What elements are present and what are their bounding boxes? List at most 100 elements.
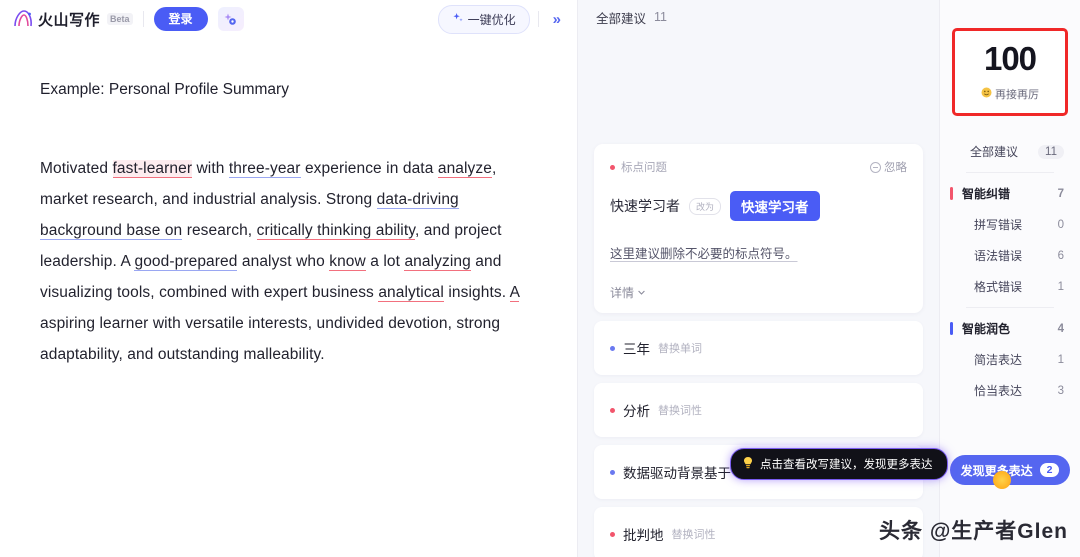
original-text: 快速学习者 <box>610 198 680 214</box>
nav-item-sub[interactable]: 恰当表达 3 <box>940 375 1080 406</box>
document-text: experience in data <box>300 160 438 178</box>
ignore-button[interactable]: 忽略 <box>870 159 907 175</box>
sparkle-icon <box>452 12 464 27</box>
sparkle-ai-icon[interactable] <box>217 7 244 31</box>
nav-item-all[interactable]: 全部建议 11 <box>940 136 1080 167</box>
nav-item-group[interactable]: 智能纠错 7 <box>940 178 1080 209</box>
severity-dot-icon <box>610 164 615 170</box>
score-value: 100 <box>977 40 1043 78</box>
nav-separator <box>966 307 1054 308</box>
detail-label: 详情 <box>610 286 635 300</box>
severity-dot-icon <box>610 469 615 475</box>
suggestion-item[interactable]: 批判地 替换词性 <box>594 507 923 557</box>
login-button[interactable]: 登录 <box>153 6 208 32</box>
document-text: Motivated <box>40 160 113 178</box>
nav-item-count: 3 <box>1057 384 1064 397</box>
toolbar-divider-2 <box>537 11 539 27</box>
top-toolbar: 火山写作 Beta 登录 一键优化 » <box>0 0 577 38</box>
category-nav-list: 全部建议 11 智能纠错 7 拼写错误 0 语法错误 6 格式错误 1 智能润色 4 简洁表达 1 恰当表达… <box>940 136 1080 406</box>
nav-item-count: 1 <box>1057 280 1064 293</box>
nav-item-label: 格式错误 <box>974 280 1023 294</box>
change-to-pill: 改为 <box>689 197 722 215</box>
suggestion-item-word: 分析 <box>623 404 650 419</box>
suggestion-item[interactable]: 分析 替换词性 <box>594 383 923 437</box>
suggestion-item-action: 替换单词 <box>658 343 702 355</box>
score-number-text: 100 <box>983 40 1037 77</box>
nav-separator <box>966 172 1054 173</box>
suggestion-item-word: 数据驱动背景基于 <box>623 466 731 481</box>
document-marked-text[interactable]: analytical <box>378 284 444 303</box>
editor-column: 火山写作 Beta 登录 一键优化 » Example: Personal Pr… <box>0 0 578 557</box>
smile-emoji-icon <box>981 87 992 101</box>
minus-circle-icon <box>870 161 881 173</box>
suggestion-item[interactable]: 三年 替换单词 <box>594 321 923 375</box>
detail-toggle[interactable]: 详情 <box>610 284 907 301</box>
suggestions-header-label: 全部建议 <box>596 11 647 26</box>
nav-item-label: 恰当表达 <box>974 384 1023 398</box>
toolbar-right-group: 一键优化 » <box>437 4 567 34</box>
suggestion-description: 这里建议删除不必要的标点符号。 <box>610 247 798 261</box>
nav-item-sub[interactable]: 拼写错误 0 <box>940 209 1080 240</box>
lightbulb-icon <box>742 456 754 472</box>
score-caption-text: 再接再厉 <box>995 89 1039 101</box>
replacement-row: 快速学习者 改为 快速学习者 <box>610 191 907 221</box>
document-body[interactable]: Motivated fast-learner with three-year e… <box>40 153 529 370</box>
nav-item-label: 语法错误 <box>974 249 1023 263</box>
nav-item-label: 简洁表达 <box>974 353 1023 367</box>
optimize-label: 一键优化 <box>467 12 516 27</box>
suggestion-card[interactable]: 标点问题 忽略 快速学习者 改为 快速学习者 这里建议删除不必要的标点符号。 详… <box>594 144 923 313</box>
mouse-cursor-highlight <box>993 471 1011 489</box>
toolbar-divider <box>142 11 144 27</box>
nav-item-count: 4 <box>1057 322 1064 335</box>
rewrite-tooltip: 点击查看改写建议，发现更多表达 <box>730 448 948 480</box>
document-marked-text[interactable]: good-prepared <box>134 253 238 272</box>
brand-logo[interactable]: 火山写作 Beta <box>12 9 133 30</box>
suggestion-item-container: 三年替换单词分析替换词性数据驱动背景基于替换批判地替换词性 <box>594 321 923 557</box>
nav-item-label: 全部建议 <box>970 145 1019 159</box>
collapse-panel-icon[interactable]: » <box>547 9 567 30</box>
document-marked-text[interactable]: analyzing <box>404 253 471 272</box>
document-marked-text[interactable]: analyze <box>437 160 492 179</box>
one-click-optimize-button[interactable]: 一键优化 <box>437 4 530 34</box>
suggestion-item-word: 三年 <box>623 342 650 357</box>
volcano-logo-icon <box>12 9 34 29</box>
chevron-down-icon <box>637 286 646 300</box>
severity-dot-icon <box>610 407 615 413</box>
document-marked-text[interactable]: three-year <box>228 160 301 179</box>
suggestion-card-header: 标点问题 忽略 <box>610 159 907 175</box>
suggestions-column: 全部建议 11 标点问题 忽略 快速学习者 改为 快速学习者 这里建议删除不必要… <box>578 0 948 557</box>
nav-item-label: 智能润色 <box>962 322 1011 336</box>
document-marked-text[interactable]: fast-learner <box>112 160 193 179</box>
nav-item-sub[interactable]: 简洁表达 1 <box>940 344 1080 375</box>
nav-item-count: 1 <box>1057 353 1064 366</box>
suggestion-item-action: 替换词性 <box>658 405 702 417</box>
app-root: 火山写作 Beta 登录 一键优化 » Example: Personal Pr… <box>0 0 1080 557</box>
beta-badge: Beta <box>107 13 133 25</box>
score-column: 100 再接再厉 全部建议 11 智能纠错 7 拼写错误 0 语法错误 6 格式错误 1 智能润色 4… <box>940 0 1080 557</box>
suggestion-item-word: 批判地 <box>623 528 664 543</box>
severity-dot-icon <box>610 345 615 351</box>
document-marked-text[interactable]: critically thinking ability <box>256 222 415 241</box>
document-text: with <box>192 160 229 178</box>
suggestion-tag-label: 标点问题 <box>621 162 667 174</box>
nav-item-count: 7 <box>1057 187 1064 200</box>
category-accent-bar <box>950 322 953 335</box>
document-editor[interactable]: Example: Personal Profile Summary Motiva… <box>0 38 577 557</box>
suggestion-tag: 标点问题 <box>610 159 667 175</box>
document-marked-text[interactable]: A <box>509 284 520 303</box>
document-marked-text[interactable]: know <box>329 253 366 272</box>
document-title: Example: Personal Profile Summary <box>40 81 289 98</box>
suggestion-item-action: 替换词性 <box>671 529 716 541</box>
nav-item-label: 拼写错误 <box>974 218 1023 232</box>
apply-replacement-button[interactable]: 快速学习者 <box>730 191 820 221</box>
nav-item-count: 6 <box>1057 249 1064 262</box>
nav-item-sub[interactable]: 格式错误 1 <box>940 271 1080 302</box>
brand-name: 火山写作 <box>38 11 101 29</box>
document-text: research, <box>182 222 257 240</box>
nav-item-group[interactable]: 智能润色 4 <box>940 313 1080 344</box>
nav-item-sub[interactable]: 语法错误 6 <box>940 240 1080 271</box>
severity-dot-icon <box>610 531 615 537</box>
suggestions-header-count: 11 <box>654 10 667 24</box>
document-text: aspiring learner with versatile interest… <box>40 315 501 364</box>
ignore-label: 忽略 <box>884 162 907 174</box>
